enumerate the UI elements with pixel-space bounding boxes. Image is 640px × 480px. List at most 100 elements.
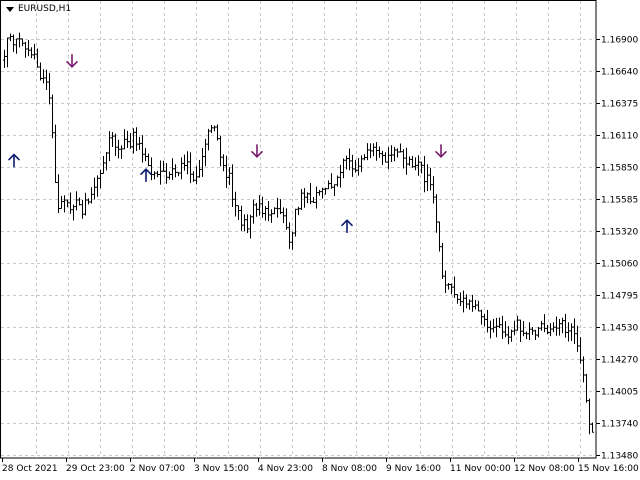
ohlc-bar — [276, 197, 279, 218]
ohlc-bar — [186, 151, 189, 175]
ohlc-bar — [564, 313, 567, 338]
ohlc-bar — [273, 207, 276, 215]
price-tick-label: 1.13480 — [601, 452, 638, 462]
ohlc-bar — [270, 209, 273, 223]
ohlc-bar — [81, 199, 84, 219]
ohlc-bar — [177, 171, 180, 177]
ohlc-bar — [93, 177, 96, 200]
ohlc-bar — [351, 154, 354, 177]
time-tick-label: 8 Nov 08:00 — [322, 464, 377, 474]
ohlc-bar — [588, 398, 591, 435]
ohlc-bar — [285, 208, 288, 230]
ohlc-bar — [165, 163, 168, 184]
ohlc-bar — [408, 156, 411, 166]
ohlc-bar — [534, 329, 537, 341]
ohlc-bar — [252, 199, 255, 224]
plot-border — [0, 0, 597, 459]
ohlc-bar — [123, 129, 126, 150]
ohlc-bar — [561, 317, 564, 334]
ohlc-bar — [366, 143, 369, 161]
ohlc-bar — [255, 202, 258, 217]
ohlc-bar — [318, 189, 321, 196]
ohlc-bar — [480, 309, 483, 325]
ohlc-bar — [486, 310, 489, 333]
ohlc-bar — [447, 282, 450, 290]
ohlc-bar — [33, 43, 36, 60]
ohlc-bar — [465, 294, 468, 309]
ohlc-bar — [549, 323, 552, 337]
ohlc-bar — [498, 317, 501, 329]
ohlc-bar — [291, 231, 294, 250]
price-tick-label: 1.14270 — [601, 356, 638, 366]
ohlc-bar — [249, 214, 252, 239]
ohlc-bar — [219, 135, 222, 167]
ohlc-bar — [30, 47, 33, 59]
ohlc-bar — [234, 191, 237, 217]
price-tick-label: 1.16110 — [601, 132, 638, 142]
ohlc-bar — [156, 170, 159, 178]
ohlc-bar — [102, 155, 105, 175]
ohlc-bar — [213, 125, 216, 132]
ohlc-bar — [333, 184, 336, 197]
chart-window[interactable]: 1.16900 1.16640 1.16375 1.16110 1.15850 1.155… — [0, 0, 640, 480]
ohlc-bar — [540, 320, 543, 331]
arrow-down-icon — [435, 144, 447, 158]
ohlc-bar — [399, 143, 402, 153]
ohlc-bar — [204, 138, 207, 167]
time-tick-label: 29 Oct 23:00 — [66, 464, 125, 474]
ohlc-bar — [531, 326, 534, 335]
ohlc-bar — [387, 147, 390, 170]
ohlc-bar — [126, 130, 129, 149]
ohlc-bar — [411, 155, 414, 168]
ohlc-bar — [426, 164, 429, 192]
ohlc-bar — [141, 135, 144, 163]
ohlc-bar — [369, 143, 372, 159]
ohlc-bar — [6, 37, 9, 68]
ohlc-bar — [45, 69, 48, 91]
ohlc-bar — [438, 221, 441, 252]
ohlc-bar — [237, 205, 240, 221]
ohlc-bar — [495, 317, 498, 338]
ohlc-bar — [48, 72, 51, 105]
arrow-up-icon — [341, 219, 353, 234]
ohlc-bar — [264, 205, 267, 221]
ohlc-bar — [24, 42, 27, 58]
time-tick-label: 11 Nov 00:00 — [450, 464, 511, 474]
ohlc-bar — [282, 207, 285, 224]
ohlc-bar — [111, 131, 114, 147]
ohlc-bar — [585, 373, 588, 403]
ohlc-bar — [54, 124, 57, 183]
price-axis: 1.16900 1.16640 1.16375 1.16110 1.15850 1.155… — [596, 36, 638, 462]
ohlc-bar — [567, 322, 570, 342]
ohlc-bar — [222, 154, 225, 172]
ohlc-bar — [504, 321, 507, 338]
price-tick-label: 1.14005 — [601, 388, 638, 398]
ohlc-bar — [330, 173, 333, 189]
ohlc-bar — [69, 192, 72, 214]
price-tick-label: 1.15585 — [601, 196, 638, 206]
ohlc-bar — [150, 157, 153, 181]
ohlc-bar — [210, 125, 213, 134]
time-tick-label: 15 Nov 16:00 — [578, 464, 639, 474]
ohlc-bar — [582, 356, 585, 383]
ohlc-bar — [312, 197, 315, 203]
ohlc-bar — [12, 34, 15, 52]
ohlc-bar — [396, 148, 399, 158]
ohlc-bar — [510, 329, 513, 342]
ohlc-bar — [120, 145, 123, 159]
ohlc-bar — [72, 204, 75, 221]
price-chart[interactable]: 1.16900 1.16640 1.16375 1.16110 1.15850 1.155… — [0, 0, 640, 480]
ohlc-bar — [462, 290, 465, 313]
ohlc-bar — [144, 147, 147, 162]
ohlc-bar — [372, 143, 375, 157]
ohlc-bar — [180, 157, 183, 180]
ohlc-bar — [507, 326, 510, 345]
symbol-header[interactable]: EURUSD,H1 — [6, 4, 71, 14]
ohlc-bar — [522, 321, 525, 337]
ohlc-bar — [153, 171, 156, 180]
ohlc-bar — [90, 187, 93, 204]
ohlc-bar — [195, 166, 198, 185]
ohlc-bar — [198, 159, 201, 178]
ohlc-bar — [309, 182, 312, 205]
ohlc-bar — [423, 156, 426, 193]
